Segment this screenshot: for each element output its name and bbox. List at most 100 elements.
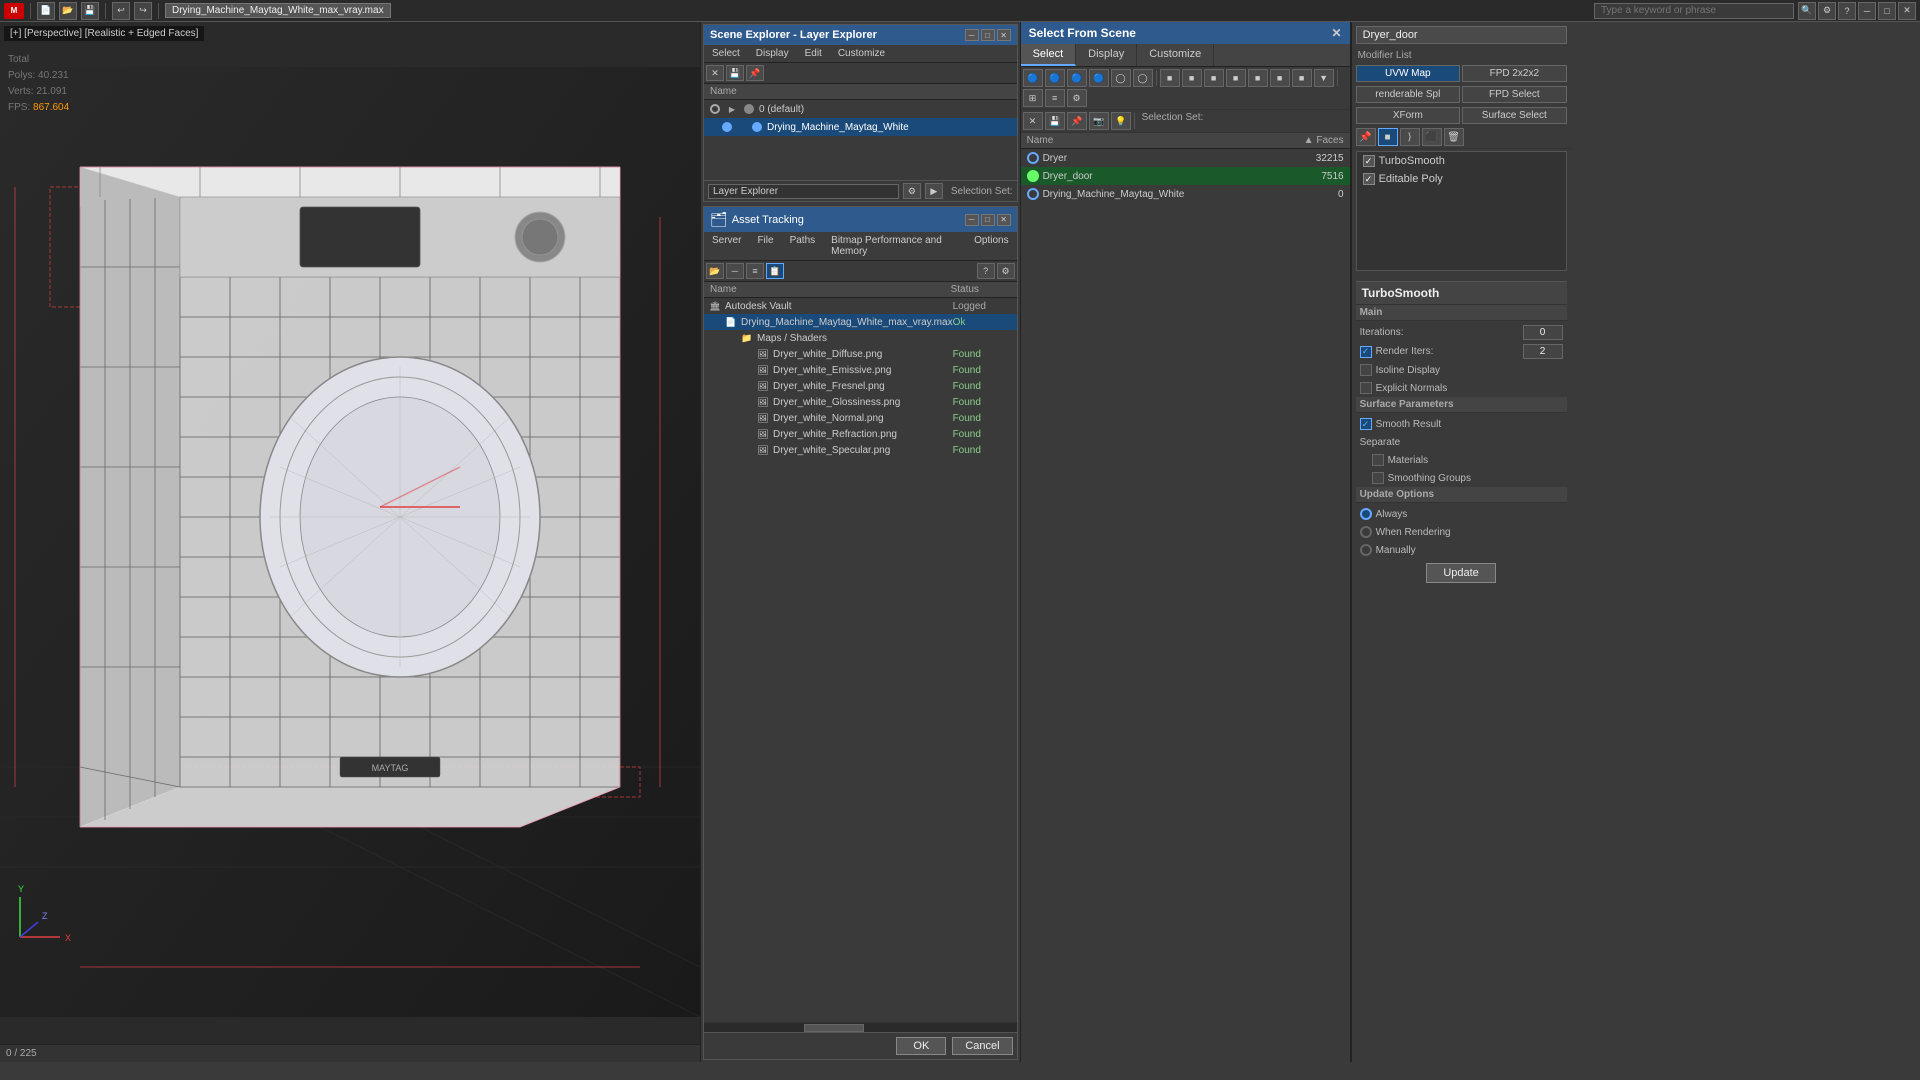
- asset-min-btn[interactable]: ─: [965, 214, 979, 226]
- minimize-panel-btn[interactable]: ─: [965, 29, 979, 41]
- minimize-btn[interactable]: ─: [1858, 2, 1876, 20]
- render-iters-checkbox[interactable]: [1360, 346, 1372, 358]
- layer-close-btn[interactable]: ✕: [706, 65, 724, 81]
- mod-tab-fpd-select[interactable]: FPD Select: [1462, 86, 1567, 103]
- materials-checkbox[interactable]: [1372, 454, 1384, 466]
- tab-select[interactable]: Select: [1021, 44, 1077, 66]
- sel-light-btn[interactable]: 💡: [1111, 112, 1131, 130]
- asset-menu-options[interactable]: Options: [970, 234, 1012, 258]
- sel-btn-15[interactable]: ⊞: [1023, 89, 1043, 107]
- layer-explorer-dropdown[interactable]: Layer Explorer: [708, 184, 899, 199]
- sel-btn-14[interactable]: ▼: [1314, 69, 1334, 87]
- object-name-field[interactable]: [1356, 26, 1567, 44]
- asset-vault[interactable]: 🏛 Autodesk Vault Logged: [704, 298, 1017, 314]
- mod-tab-uvw[interactable]: UVW Map: [1356, 65, 1461, 82]
- asset-refraction[interactable]: 🖼 Dryer_white_Refraction.png Found: [704, 426, 1017, 442]
- layer-maytag[interactable]: Drying_Machine_Maytag_White: [704, 118, 1017, 136]
- select-dryer-full[interactable]: Drying_Machine_Maytag_White 0: [1021, 185, 1350, 203]
- asset-menu-paths[interactable]: Paths: [786, 234, 820, 258]
- asset-menu-file[interactable]: File: [753, 234, 777, 258]
- asset-close-btn[interactable]: ✕: [997, 214, 1011, 226]
- asset-maps-folder[interactable]: 📁 Maps / Shaders: [704, 330, 1017, 346]
- layer-default[interactable]: ▶ 0 (default): [704, 100, 1017, 118]
- tab-display[interactable]: Display: [1076, 44, 1137, 66]
- smoothing-groups-checkbox[interactable]: [1372, 472, 1384, 484]
- sel-btn-16[interactable]: ≡: [1045, 89, 1065, 107]
- explicit-normals-checkbox[interactable]: [1360, 382, 1372, 394]
- layer-bar-btn2[interactable]: ▶: [925, 183, 943, 199]
- mod-tb5[interactable]: 🗑: [1444, 128, 1464, 146]
- sel-close-btn[interactable]: ✕: [1023, 112, 1043, 130]
- asset-hscroll[interactable]: [704, 1022, 1017, 1032]
- layer-pin-btn[interactable]: 📌: [746, 65, 764, 81]
- menu-select[interactable]: Select: [708, 47, 744, 60]
- render-iters-input[interactable]: [1523, 344, 1563, 359]
- when-rendering-radio[interactable]: [1360, 526, 1372, 538]
- menu-customize[interactable]: Customize: [834, 47, 889, 60]
- help-icon[interactable]: ?: [1838, 2, 1856, 20]
- redo-btn[interactable]: ↪: [134, 2, 152, 20]
- select-dryer-door[interactable]: Dryer_door 7516: [1021, 167, 1350, 185]
- sel-btn-10[interactable]: ■: [1226, 69, 1246, 87]
- layer-bar-btn1[interactable]: ⚙: [903, 183, 921, 199]
- close-btn[interactable]: ✕: [1898, 2, 1916, 20]
- sel-btn-1[interactable]: 🔵: [1023, 69, 1043, 87]
- asset-specular[interactable]: 🖼 Dryer_white_Specular.png Found: [704, 442, 1017, 458]
- mod-tab-xform[interactable]: XForm: [1356, 107, 1461, 124]
- stack-turbosmooth[interactable]: TurboSmooth: [1357, 152, 1566, 170]
- new-btn[interactable]: 📄: [37, 2, 55, 20]
- turbosmooth-checkbox[interactable]: [1363, 155, 1375, 167]
- update-btn[interactable]: Update: [1426, 563, 1495, 583]
- asset-menu-bitmap[interactable]: Bitmap Performance and Memory: [827, 234, 962, 258]
- asset-help-btn[interactable]: ?: [977, 263, 995, 279]
- viewport[interactable]: [+] [Perspective] [Realistic + Edged Fac…: [0, 22, 700, 1062]
- smooth-result-checkbox[interactable]: [1360, 418, 1372, 430]
- asset-menu-server[interactable]: Server: [708, 234, 745, 258]
- sel-btn-17[interactable]: ⚙: [1067, 89, 1087, 107]
- mod-tab-surface[interactable]: Surface Select: [1462, 107, 1567, 124]
- sel-btn-4[interactable]: 🔵: [1089, 69, 1109, 87]
- asset-tb3[interactable]: ≡: [746, 263, 764, 279]
- sel-pin-btn[interactable]: 📌: [1067, 112, 1087, 130]
- close-panel-btn[interactable]: ✕: [997, 29, 1011, 41]
- mod-tb3[interactable]: ⟩: [1400, 128, 1420, 146]
- iterations-input[interactable]: [1523, 325, 1563, 340]
- sel-btn-6[interactable]: ◯: [1133, 69, 1153, 87]
- asset-diffuse[interactable]: 🖼 Dryer_white_Diffuse.png Found: [704, 346, 1017, 362]
- sel-btn-11[interactable]: ■: [1248, 69, 1268, 87]
- sel-btn-9[interactable]: ■: [1204, 69, 1224, 87]
- manually-radio[interactable]: [1360, 544, 1372, 556]
- always-radio[interactable]: [1360, 508, 1372, 520]
- save-btn[interactable]: 💾: [81, 2, 99, 20]
- mod-tab-fpd[interactable]: FPD 2x2x2: [1462, 65, 1567, 82]
- asset-tb2[interactable]: ─: [726, 263, 744, 279]
- maximize-btn[interactable]: □: [1878, 2, 1896, 20]
- stack-editable-poly[interactable]: Editable Poly: [1357, 170, 1566, 188]
- tab-customize[interactable]: Customize: [1137, 44, 1214, 66]
- asset-fresnel[interactable]: 🖼 Dryer_white_Fresnel.png Found: [704, 378, 1017, 394]
- asset-max-file[interactable]: 📄 Drying_Machine_Maytag_White_max_vray.m…: [704, 314, 1017, 330]
- asset-max-btn[interactable]: □: [981, 214, 995, 226]
- search-input[interactable]: [1594, 3, 1794, 19]
- sel-btn-3[interactable]: 🔵: [1067, 69, 1087, 87]
- asset-glossiness[interactable]: 🖼 Dryer_white_Glossiness.png Found: [704, 394, 1017, 410]
- sel-camera-btn[interactable]: 📷: [1089, 112, 1109, 130]
- menu-display[interactable]: Display: [752, 47, 793, 60]
- settings-icon[interactable]: ⚙: [1818, 2, 1836, 20]
- sel-btn-8[interactable]: ■: [1182, 69, 1202, 87]
- isoline-checkbox[interactable]: [1360, 364, 1372, 376]
- sel-btn-5[interactable]: ◯: [1111, 69, 1131, 87]
- asset-emissive[interactable]: 🖼 Dryer_white_Emissive.png Found: [704, 362, 1017, 378]
- mod-tb2[interactable]: ■: [1378, 128, 1398, 146]
- sel-btn-7[interactable]: ■: [1160, 69, 1180, 87]
- asset-cancel-btn[interactable]: Cancel: [952, 1037, 1012, 1055]
- asset-ok-btn[interactable]: OK: [896, 1037, 946, 1055]
- asset-tb1[interactable]: 📂: [706, 263, 724, 279]
- menu-edit[interactable]: Edit: [801, 47, 826, 60]
- open-btn[interactable]: 📂: [59, 2, 77, 20]
- select-scene-close[interactable]: ✕: [1332, 26, 1342, 40]
- mod-tab-renderable[interactable]: renderable Spl: [1356, 86, 1461, 103]
- mod-tb4[interactable]: ⬛: [1422, 128, 1442, 146]
- search-icon[interactable]: 🔍: [1798, 2, 1816, 20]
- sel-btn-2[interactable]: 🔵: [1045, 69, 1065, 87]
